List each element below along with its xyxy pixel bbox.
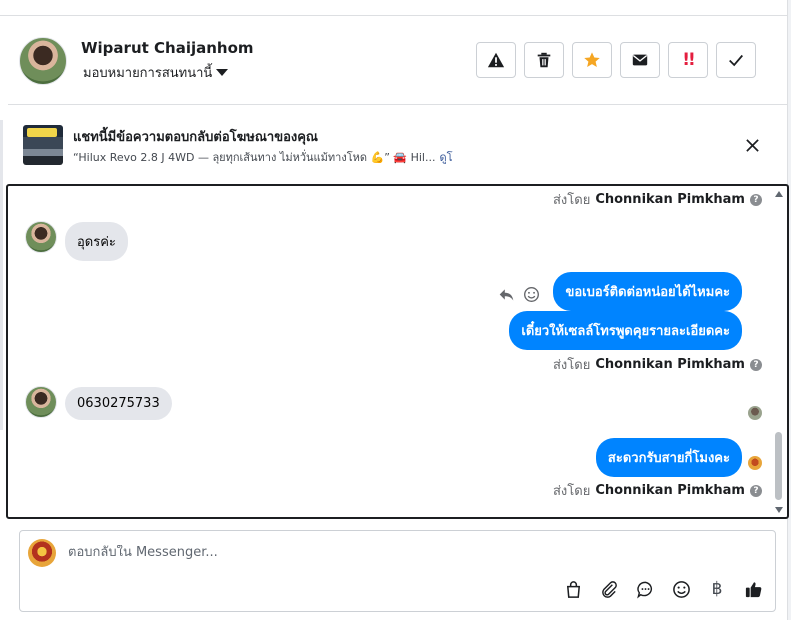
reply-icon[interactable] bbox=[498, 286, 515, 303]
assign-conversation-dropdown[interactable]: มอบหมายการสนทนานี้ bbox=[83, 62, 229, 83]
report-spam-button[interactable] bbox=[476, 42, 516, 78]
envelope-icon bbox=[632, 54, 648, 66]
help-icon[interactable]: ? bbox=[749, 484, 762, 497]
reply-composer: ฿ bbox=[19, 530, 776, 612]
sent-by-prefix: ส่งโดย bbox=[553, 358, 591, 373]
emoji-button[interactable] bbox=[671, 579, 691, 599]
star-icon bbox=[584, 52, 600, 68]
priority-button[interactable]: !! bbox=[668, 42, 708, 78]
like-button[interactable] bbox=[743, 579, 763, 599]
ad-reply-banner: แชทนี้มีข้อความตอบกลับต่อโฆษณาของคุณ “Hi… bbox=[8, 106, 787, 182]
avatar[interactable] bbox=[19, 37, 67, 85]
left-scroll-edge bbox=[0, 120, 3, 430]
scroll-down-arrow-icon[interactable] bbox=[775, 507, 783, 513]
shopping-bag-icon bbox=[566, 580, 580, 598]
conversation-panel: Wiparut Chaijanhom มอบหมายการสนทนานี้ !! bbox=[0, 0, 791, 620]
incoming-message[interactable]: 0630275733 bbox=[65, 387, 172, 420]
sent-by-prefix: ส่งโดย bbox=[553, 484, 591, 499]
caret-down-icon bbox=[216, 69, 229, 76]
smiley-icon bbox=[672, 580, 690, 598]
warning-icon bbox=[487, 52, 505, 68]
top-strip bbox=[0, 0, 787, 16]
sent-by-label: ส่งโดย Chonnikan Pimkham ? bbox=[553, 189, 762, 210]
ad-description-text: “Hilux Revo 2.8 J 4WD — ลุยทุกเส้นทาง ไม… bbox=[73, 151, 436, 164]
ad-thumbnail-tag bbox=[27, 128, 57, 137]
conversation-header: Wiparut Chaijanhom มอบหมายการสนทนานี้ !! bbox=[8, 17, 787, 105]
ad-thumbnail[interactable] bbox=[23, 125, 63, 165]
outgoing-message[interactable]: เดี๋ยวให้เซลล์โทรพูดคุยรายละเอียดคะ bbox=[509, 311, 742, 350]
help-icon[interactable]: ? bbox=[749, 358, 762, 371]
ad-description: “Hilux Revo 2.8 J 4WD — ลุยทุกเส้นทาง ไม… bbox=[73, 148, 453, 166]
view-ad-link[interactable]: ดูโฆษณา bbox=[439, 151, 453, 164]
close-banner-button[interactable] bbox=[741, 134, 763, 156]
sent-by-prefix: ส่งโดย bbox=[553, 193, 591, 208]
reply-input[interactable] bbox=[68, 545, 668, 560]
avatar[interactable] bbox=[25, 386, 57, 418]
chat-bubble-icon bbox=[636, 581, 652, 598]
seen-avatar bbox=[748, 456, 762, 470]
thumbs-up-icon bbox=[745, 581, 761, 597]
message-thread[interactable]: ส่งโดย Chonnikan Pimkham ? อุดรค่ะ ขอเบอร… bbox=[6, 184, 789, 519]
shop-button[interactable] bbox=[563, 579, 583, 599]
check-icon bbox=[729, 54, 743, 67]
mark-unread-button[interactable] bbox=[620, 42, 660, 78]
page-avatar bbox=[28, 539, 56, 567]
saved-replies-button[interactable] bbox=[635, 579, 655, 599]
outgoing-message[interactable]: ขอเบอร์ติดต่อหน่อยได้ไหมคะ bbox=[553, 272, 742, 311]
mark-done-button[interactable] bbox=[716, 42, 756, 78]
delete-button[interactable] bbox=[524, 42, 564, 78]
composer-tools: ฿ bbox=[563, 579, 763, 599]
close-icon bbox=[745, 138, 759, 152]
scrollbar-thumb[interactable] bbox=[775, 432, 782, 500]
thread-scrollbar[interactable] bbox=[773, 186, 785, 517]
agent-name: Chonnikan Pimkham bbox=[595, 483, 745, 498]
sent-by-label: ส่งโดย Chonnikan Pimkham ? bbox=[553, 480, 762, 501]
star-button[interactable] bbox=[572, 42, 612, 78]
agent-name: Chonnikan Pimkham bbox=[595, 192, 745, 207]
baht-icon: ฿ bbox=[711, 579, 723, 599]
assign-label: มอบหมายการสนทนานี้ bbox=[83, 66, 213, 81]
avatar[interactable] bbox=[25, 221, 57, 253]
scroll-up-arrow-icon[interactable] bbox=[775, 191, 783, 197]
priority-icon: !! bbox=[682, 50, 695, 70]
ad-banner-title: แชทนี้มีข้อความตอบกลับต่อโฆษณาของคุณ bbox=[73, 130, 318, 145]
customer-name[interactable]: Wiparut Chaijanhom bbox=[81, 39, 254, 57]
help-icon[interactable]: ? bbox=[749, 193, 762, 206]
trash-icon bbox=[537, 52, 551, 68]
attach-button[interactable] bbox=[599, 579, 619, 599]
header-actions: !! bbox=[476, 42, 756, 78]
smiley-icon[interactable] bbox=[523, 286, 540, 303]
sent-by-label: ส่งโดย Chonnikan Pimkham ? bbox=[553, 354, 762, 375]
message-hover-actions bbox=[498, 286, 540, 303]
seen-avatar bbox=[748, 406, 762, 420]
incoming-message[interactable]: อุดรค่ะ bbox=[65, 222, 128, 261]
paperclip-icon bbox=[601, 580, 617, 598]
payment-button[interactable]: ฿ bbox=[707, 579, 727, 599]
agent-name: Chonnikan Pimkham bbox=[595, 357, 745, 372]
outgoing-message[interactable]: สะดวกรับสายกี่โมงคะ bbox=[595, 438, 742, 477]
